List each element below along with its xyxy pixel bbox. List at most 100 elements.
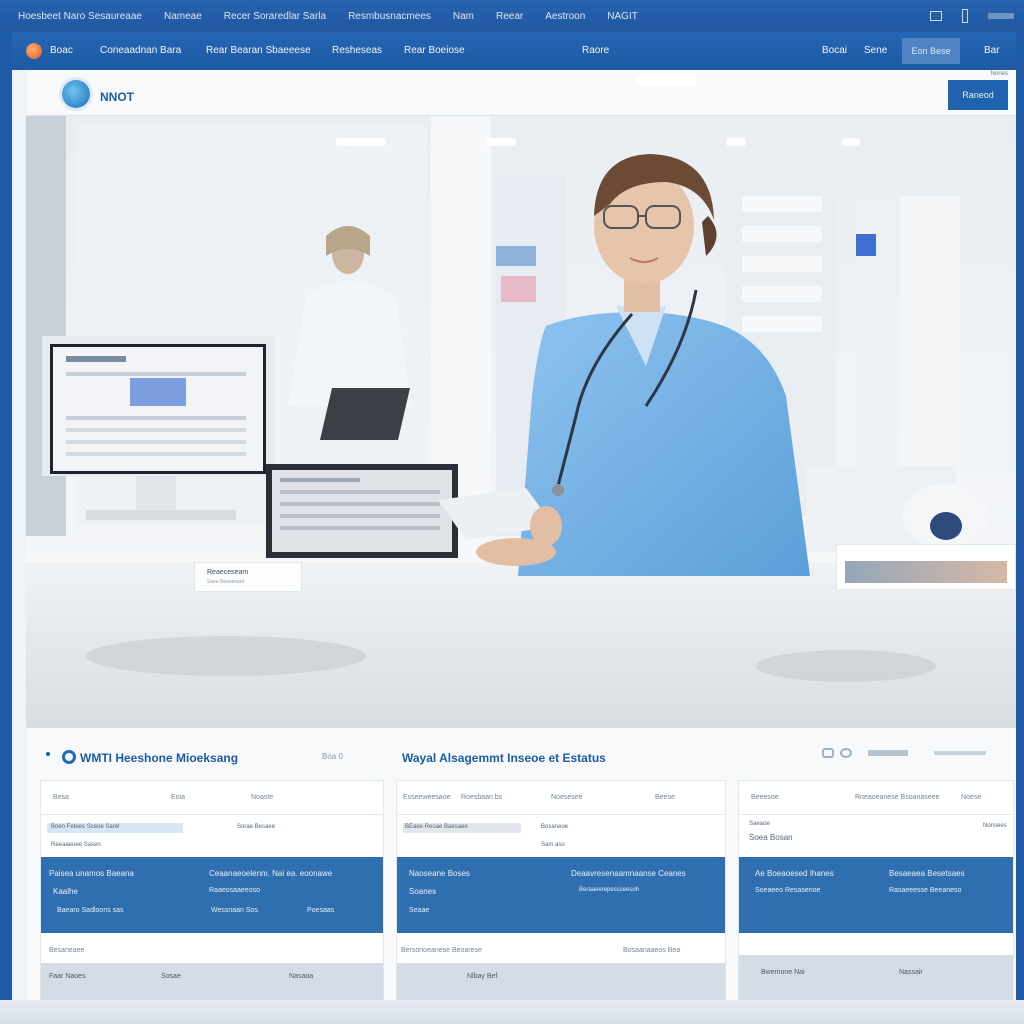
control-bar	[934, 751, 986, 755]
dashboard-panel-3: Beeesoe Rneaoeanese Bsoanaseee Noese Sae…	[738, 780, 1014, 1002]
nav-item[interactable]: Rear Bearan Sbaeeese	[206, 45, 311, 56]
grey-row-text: Faar Naoes	[49, 973, 86, 980]
panel-tabs: Esseeweesaoe Roesbaan bs Noesesee Beese	[397, 781, 725, 815]
info-text: Sorae Besaee	[237, 824, 276, 830]
grey-row-text: Nlbay Bef	[467, 973, 498, 980]
summary-text: Deaavresenaamnaanse Ceanes	[571, 869, 686, 878]
summary-text: Naoseane Boses	[409, 869, 470, 878]
panel-footer-label: Besaneaee	[49, 947, 85, 954]
panel-grey-row[interactable]: Faar Naoes Sosae Nasaoa	[41, 963, 383, 1003]
panel-info-row: Boen Fetees Sceoe Sarel Sorae Besaee Ree…	[41, 815, 383, 857]
panel-info-row: BEaee Reoae Baesaee Bosaneoe Sam aso	[397, 815, 725, 857]
summary-text: Wessnaan Sos	[211, 907, 258, 914]
dashboard-logo-icon	[62, 750, 76, 764]
info-text: Bosaneoe	[541, 824, 569, 830]
panel-tab[interactable]: Noesesee	[551, 794, 583, 801]
control-bar	[868, 750, 908, 756]
dashboard-section: WMTI Heeshone Mioeksang Boa 0 Wayal Alsa…	[26, 728, 1016, 1006]
topbar-item[interactable]: Nam	[453, 11, 474, 22]
summary-text: Baearo Sadloons sas	[57, 907, 124, 914]
topbar-item[interactable]: NAGIT	[607, 11, 638, 22]
top-system-bar: Hoesbeet Naro Sesaureaae Nameae Recer So…	[0, 0, 1024, 32]
summary-text: Ceaanaeoelenm. Nai ea. eoonawe	[209, 869, 333, 878]
panel-blue-summary[interactable]: Ae Boeaoesed Ihanes Besaeaea Besetsaes S…	[739, 857, 1013, 933]
main-window: NNOT Nones Raneod Reaeceseam Saee Besoer…	[12, 70, 1016, 1006]
grey-row-text: Nassair	[899, 969, 923, 976]
nav-item[interactable]: Raore	[582, 45, 609, 56]
dashboard-title: WMTI Heeshone Mioeksang	[80, 751, 239, 765]
dashboard-panel-1: Besa Eoia Noaste Boen Fetees Sceoe Sarel…	[40, 780, 384, 1003]
device-icon[interactable]	[822, 748, 834, 758]
panel-tab[interactable]: Esseeweesaoe	[403, 794, 450, 801]
panel-tab[interactable]: Roesbaan bs	[461, 794, 502, 801]
summary-text: Soanes	[409, 887, 437, 896]
bottom-strip	[0, 1000, 1024, 1024]
nav-item[interactable]: Sene	[864, 45, 887, 56]
panel-grey-row[interactable]: Nlbay Bef	[397, 963, 725, 1003]
clinic-scene-illustration	[26, 116, 1016, 728]
panel-tab[interactable]: Beeesoe	[751, 794, 779, 801]
hero-image: Reaeceseam Saee Besoersad	[26, 116, 1016, 728]
info-text: Soea Bosan	[749, 833, 793, 842]
panel-footer-label: Bosaanaaeos Bea	[623, 947, 681, 954]
info-text: Sam aso	[541, 842, 565, 848]
topbar-item[interactable]: Reear	[496, 11, 523, 22]
header-action-button[interactable]: Raneod	[948, 80, 1008, 110]
brand-logo-icon[interactable]	[62, 80, 90, 108]
dashboard-controls	[822, 748, 986, 758]
panel-tab[interactable]: Noese	[961, 794, 981, 801]
info-text: Nonsees	[983, 823, 1007, 829]
nav-item[interactable]: Coneaadnan Bara	[100, 45, 181, 56]
panel-footer-label: Bersonoeanese Beoarese	[401, 947, 482, 954]
nav-item[interactable]: Resheseas	[332, 45, 382, 56]
nav-item[interactable]: Rear Boeiose	[404, 45, 465, 56]
dashboard-count: Boa 0	[322, 752, 343, 761]
window-header: NNOT Nones Raneod	[26, 70, 1016, 116]
app-logo-icon[interactable]	[26, 43, 42, 59]
main-navbar: Boac Coneaadnan Bara Rear Bearan Sbaeees…	[12, 32, 1016, 70]
grey-row-text: Bwemone Nai	[761, 969, 805, 976]
nav-item[interactable]: Boac	[50, 45, 73, 56]
window-icon[interactable]	[930, 11, 942, 21]
status-indicator	[988, 13, 1014, 19]
panel-tabs: Beeesoe Rneaoeanese Bsoanaseee Noese	[739, 781, 1013, 815]
summary-text: Soeaeeo Resasenoe	[755, 887, 821, 894]
panel-tab[interactable]: Noaste	[251, 794, 273, 801]
info-text: Reeaaeuee Sasen	[51, 842, 101, 848]
summary-text: Rasaeeesse Beeaneso	[889, 887, 962, 894]
panel-blue-summary[interactable]: Paisea unamos Baeana Ceaanaeoelenm. Nai …	[41, 857, 383, 933]
info-text: BEaee Reoae Baesaee	[405, 824, 468, 830]
summary-text: Besaeaea Besetsaes	[889, 869, 965, 878]
nav-action-button[interactable]: Eon Bese	[902, 38, 960, 64]
panel-grey-row[interactable]: Bwemone Nai Nassair	[739, 955, 1013, 1001]
topbar-item[interactable]: Nameae	[164, 11, 202, 22]
header-caption: Nones	[990, 71, 1008, 77]
summary-text: Ae Boeaoesed Ihanes	[755, 869, 834, 878]
summary-text: Seaae	[409, 907, 430, 914]
panel-blue-summary[interactable]: Naoseane Boses Deaavresenaamnaanse Ceane…	[397, 857, 725, 933]
topbar-item[interactable]: Recer Soraredlar Sarla	[224, 11, 326, 22]
summary-text: Raaeosaaeeoso	[209, 887, 260, 894]
toggle-icon[interactable]	[840, 748, 852, 758]
brand-name: NNOT	[100, 90, 134, 104]
overlay-card-subtitle: Saee Besoersad	[207, 579, 244, 585]
overlay-card-title: Reaeceseam	[207, 569, 249, 576]
topbar-item[interactable]: Aestroon	[545, 11, 585, 22]
hero-overlay-card-right	[836, 544, 1016, 590]
summary-text: Paisea unamos Baeana	[49, 869, 134, 878]
battery-icon	[962, 9, 968, 23]
topbar-item[interactable]: Hoesbeet Naro Sesaureaae	[18, 11, 142, 22]
nav-item[interactable]: Bocai	[822, 45, 847, 56]
bullet-icon	[46, 752, 50, 756]
panel-tab[interactable]: Besa	[53, 794, 69, 801]
panel-tab[interactable]: Eoia	[171, 794, 185, 801]
info-text: Boen Fetees Sceoe Sarel	[51, 824, 120, 830]
nav-item[interactable]: Bar	[984, 45, 1000, 56]
topbar-item[interactable]: Resmbusnacmees	[348, 11, 431, 22]
grey-row-text: Nasaoa	[289, 973, 314, 980]
summary-text: Beraaeerepessseesoh	[579, 887, 640, 893]
panel-tab[interactable]: Rneaoeanese Bsoanaseee	[855, 794, 939, 801]
overlay-card-bar	[845, 561, 1007, 583]
panel-tab[interactable]: Beese	[655, 794, 675, 801]
panel-info-row: Saeaoe Soea Bosan Nonsees	[739, 815, 1013, 857]
